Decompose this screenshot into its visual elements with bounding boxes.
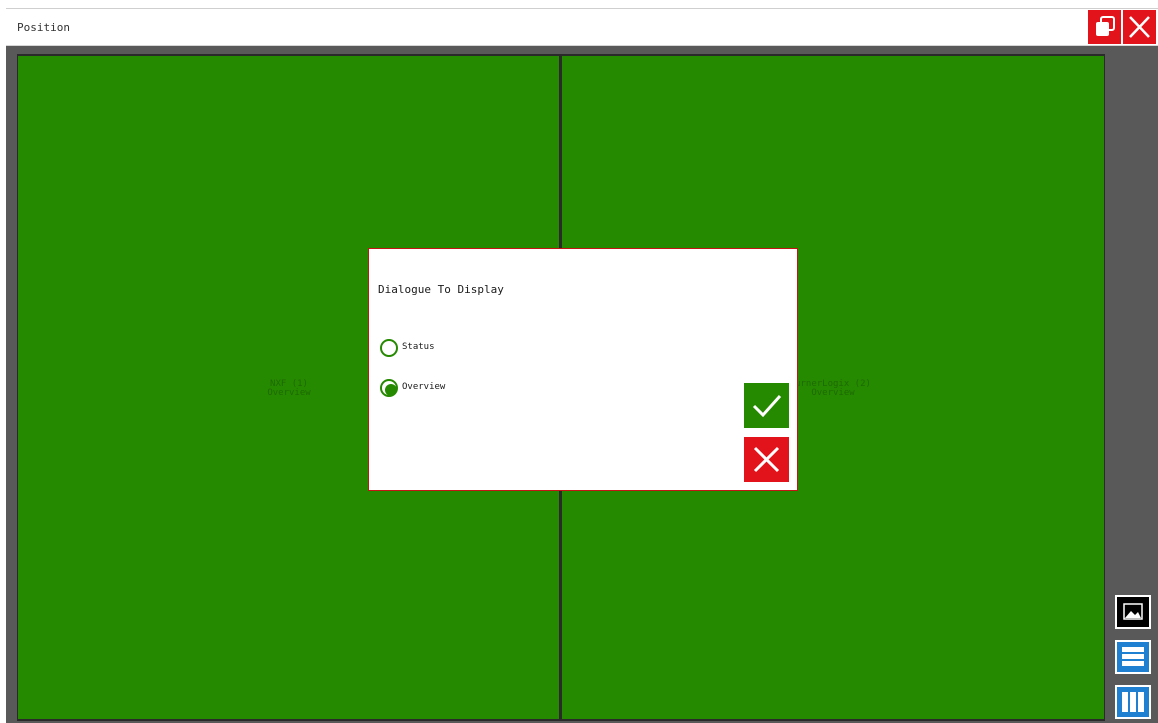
rows-layout-button[interactable] (1115, 640, 1151, 674)
image-view-button[interactable] (1115, 595, 1151, 629)
radio-selected-dot (385, 384, 397, 396)
close-icon (753, 446, 780, 473)
restore-button[interactable] (1088, 10, 1121, 44)
dialog-title: Dialogue To Display (378, 283, 504, 296)
close-window-button[interactable] (1123, 10, 1156, 44)
columns-layout-button[interactable] (1115, 685, 1151, 719)
rows-layout-icon (1122, 647, 1144, 666)
display-dialog: Dialogue To Display Status Overview (368, 248, 798, 491)
radio-overview[interactable] (380, 379, 398, 397)
option-label: Overview (402, 382, 446, 392)
radio-status[interactable] (380, 339, 398, 357)
option-label: Status (402, 342, 435, 352)
cancel-button[interactable] (744, 437, 789, 482)
checkmark-icon (752, 394, 782, 418)
confirm-button[interactable] (744, 383, 789, 428)
columns-layout-icon (1122, 692, 1144, 712)
pane-label: NXF (1) Overview (267, 379, 311, 398)
window-title: Position (17, 21, 70, 34)
title-bar: Position (6, 9, 1158, 46)
restore-window-icon (1096, 16, 1115, 36)
close-icon (1129, 16, 1150, 38)
image-icon (1123, 603, 1143, 620)
